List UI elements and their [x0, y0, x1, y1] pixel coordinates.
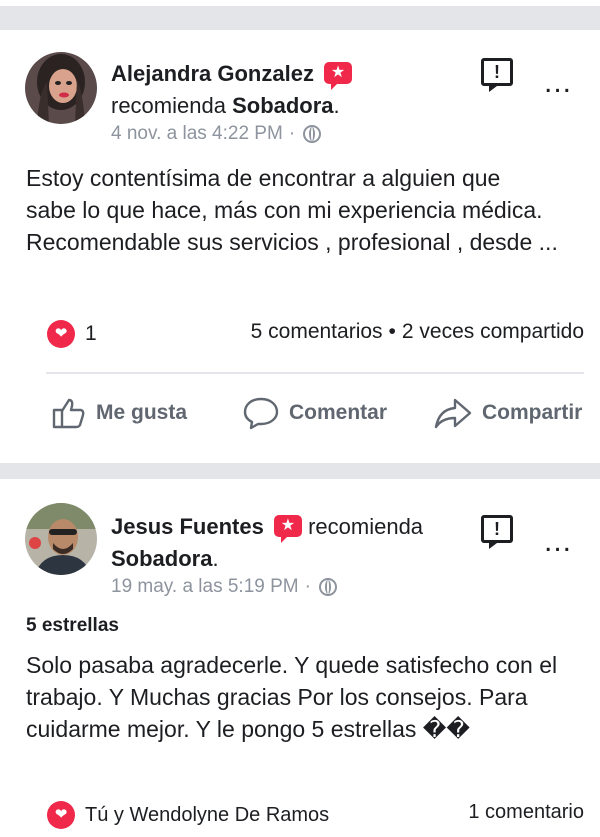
share-label: Compartir [482, 401, 583, 424]
period: . [212, 546, 219, 571]
comments-count[interactable]: 1 comentario [468, 801, 584, 824]
bullet-separator: • [388, 320, 396, 343]
post-body: Solo pasaba agradecerle. Y quede satisfe… [26, 649, 557, 745]
timestamp-separator: · [288, 123, 296, 144]
thumbs-up-icon [52, 398, 85, 429]
recommendation-line: Sobadora. [111, 543, 219, 575]
timestamp-text: 4 nov. a las 4:22 PM [111, 123, 283, 144]
post-header-text: Alejandra Gonzalez ★ [111, 58, 353, 90]
reaction-names: Tú y Wendolyne De Ramos [85, 803, 330, 826]
body-line[interactable]: Recomendable sus servicios , profesional… [26, 226, 558, 258]
recommend-verb: recomienda [308, 514, 424, 539]
report-icon[interactable]: ! [481, 58, 513, 92]
love-reaction-icon [47, 320, 75, 348]
recommendation-line: recomienda Sobadora. [111, 90, 340, 122]
report-icon[interactable]: ! [481, 515, 513, 549]
recommend-badge-icon: ★ [324, 62, 353, 90]
body-line: Solo pasaba agradecerle. Y quede satisfe… [26, 652, 558, 678]
body-line: trabajo. Y Muchas gracias Por los consej… [26, 684, 528, 710]
body-line: sabe lo que hace, más con mi experiencia… [26, 197, 543, 223]
more-options-icon[interactable]: ... [544, 527, 572, 557]
post-separator [0, 463, 600, 479]
review-post: Jesus Fuentes ★ recomienda Sobadora. 19 … [0, 479, 600, 837]
page-name[interactable]: Sobadora [232, 93, 333, 118]
body-line: Estoy contentísima de encontrar a alguie… [26, 165, 501, 191]
reactions-summary[interactable]: Tú y Wendolyne De Ramos [47, 801, 329, 829]
reaction-count: 1 [85, 322, 97, 345]
timestamp-separator: · [304, 576, 311, 597]
comment-label: Comentar [289, 401, 388, 424]
recommend-badge-icon: ★ [273, 515, 302, 543]
more-options-icon[interactable]: ... [544, 68, 572, 98]
body-line: cuidarme mejor. Y le pongo 5 estrellas �… [26, 716, 470, 742]
like-label: Me gusta [96, 401, 188, 424]
recommend-verb: recomienda [111, 93, 226, 118]
share-button[interactable]: Compartir [434, 396, 582, 430]
timestamp-text: 19 may. a las 5:19 PM [111, 576, 299, 597]
engagement-summary: 1 comentario [468, 801, 584, 824]
shares-count[interactable]: 2 veces compartido [402, 320, 584, 344]
review-post: Alejandra Gonzalez ★ recomienda Sobadora… [0, 30, 600, 463]
reactions-summary[interactable]: 1 [47, 320, 97, 348]
page-name[interactable]: Sobadora [111, 546, 212, 571]
action-divider [46, 372, 584, 374]
author-name[interactable]: Alejandra Gonzalez [111, 61, 314, 86]
comments-count[interactable]: 5 comentarios [251, 320, 383, 344]
love-reaction-icon [47, 801, 75, 829]
rating-label: 5 estrellas [26, 615, 119, 636]
globe-icon [303, 125, 322, 143]
period: . [333, 93, 340, 118]
post-timestamp[interactable]: 19 may. a las 5:19 PM · [111, 576, 337, 598]
engagement-summary: 5 comentarios • 2 veces compartido [251, 320, 584, 344]
post-body: Estoy contentísima de encontrar a alguie… [26, 162, 558, 258]
post-header-text: Jesus Fuentes ★ recomienda [111, 511, 423, 543]
like-button[interactable]: Me gusta [52, 396, 187, 430]
globe-icon [318, 578, 337, 596]
comment-button[interactable]: Comentar [243, 396, 387, 430]
feed-top-separator [0, 0, 600, 30]
author-avatar[interactable] [25, 503, 97, 575]
share-icon [434, 398, 472, 429]
author-avatar[interactable] [25, 52, 97, 124]
post-timestamp[interactable]: 4 nov. a las 4:22 PM · [111, 123, 322, 145]
author-name[interactable]: Jesus Fuentes [111, 514, 264, 539]
comment-icon [243, 397, 279, 430]
